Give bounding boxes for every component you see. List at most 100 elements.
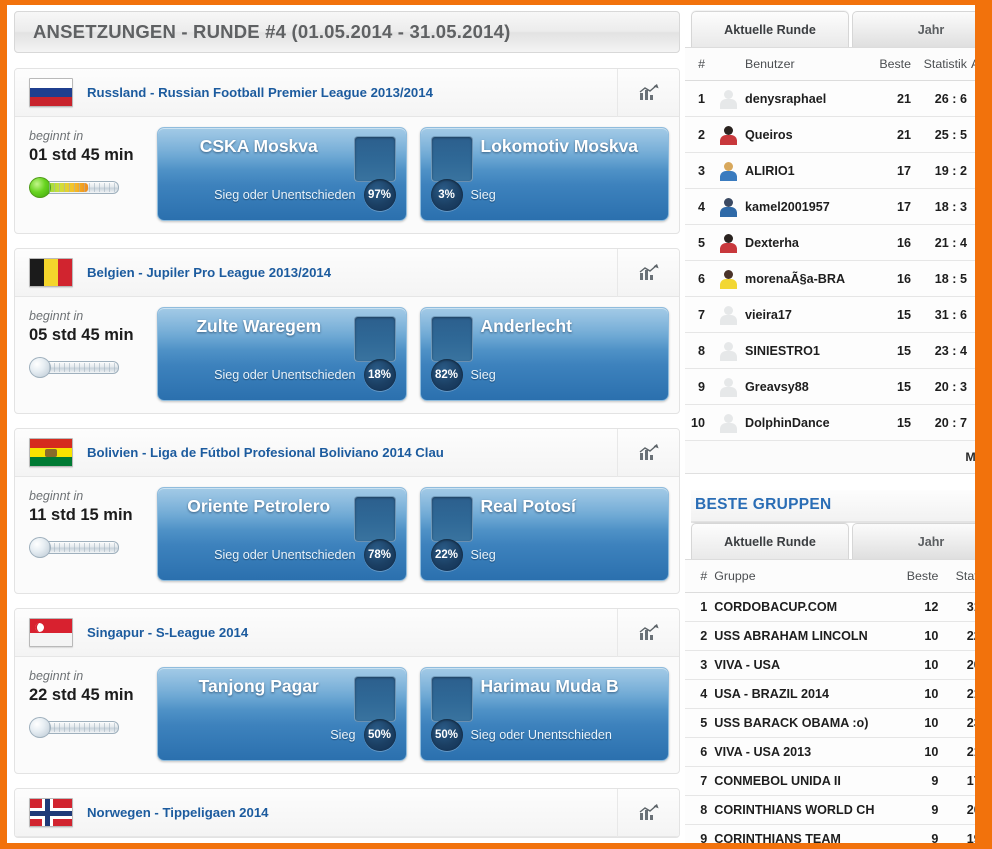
- home-team-card[interactable]: Oriente Petrolero Sieg oder Unentschieden…: [157, 487, 407, 581]
- table-row[interactable]: 3 ALIRIO1 17 19 : 2: [685, 152, 992, 189]
- match-block[interactable]: Singapur - S-League 2014 beginnt in 22 std…: [14, 608, 680, 774]
- match-block[interactable]: Russland - Russian Football Premier Leag…: [14, 68, 680, 234]
- best-groups-rows: 1CORDOBACUP.COM1231 : 92USS ABRAHAM LINC…: [685, 592, 992, 843]
- col-header-rank[interactable]: #: [685, 559, 715, 593]
- countdown-label: beginnt in: [29, 129, 84, 143]
- best-users-more-row[interactable]: Mehr: [685, 440, 992, 474]
- tab-best-groups-1[interactable]: Aktuelle Runde: [691, 523, 849, 559]
- avatar: [718, 160, 739, 181]
- flag-icon-be: [29, 258, 73, 287]
- col-header-best[interactable]: Beste: [873, 47, 917, 81]
- table-row[interactable]: 9CORINTHIANS TEAM919 : 6: [685, 824, 992, 843]
- table-row[interactable]: 8 SINIESTRO1 15 23 : 4: [685, 332, 992, 369]
- row-group-name[interactable]: CORINTHIANS TEAM: [714, 824, 899, 843]
- away-team-card[interactable]: Anderlecht 82% Sieg: [419, 307, 669, 401]
- match-block-last[interactable]: Norwegen - Tippeligaen 2014: [14, 788, 680, 838]
- league-name[interactable]: Singapur - S-League 2014: [87, 625, 617, 640]
- row-group-name[interactable]: CORINTHIANS WORLD CH: [714, 795, 899, 825]
- league-bar[interactable]: Norwegen - Tippeligaen 2014: [15, 789, 679, 837]
- league-bar[interactable]: Bolivien - Liga de Fútbol Profesional Bo…: [15, 429, 679, 477]
- row-username[interactable]: denysraphael: [745, 80, 873, 117]
- league-stats-button[interactable]: [617, 609, 679, 657]
- home-team-logo: [353, 676, 396, 722]
- table-row[interactable]: 4USA - BRAZIL 20141021 : 5: [685, 679, 992, 709]
- row-username[interactable]: SINIESTRO1: [745, 332, 873, 369]
- tab-best-groups-2[interactable]: Jahr: [852, 523, 992, 559]
- league-stats-button[interactable]: [617, 789, 679, 837]
- row-username[interactable]: Greavsy88: [745, 368, 873, 405]
- league-stats-button[interactable]: [617, 249, 679, 297]
- row-group-name[interactable]: VIVA - USA: [714, 650, 899, 680]
- row-group-name[interactable]: USA - BRAZIL 2014: [714, 679, 899, 709]
- table-row[interactable]: 7CONMEBOL UNIDA II917 : 5: [685, 766, 992, 796]
- table-row[interactable]: 2 Queiros 21 25 : 5: [685, 116, 992, 153]
- table-row[interactable]: 1 denysraphael 21 26 : 6: [685, 80, 992, 117]
- league-bar[interactable]: Russland - Russian Football Premier Leag…: [15, 69, 679, 117]
- row-username[interactable]: vieira17: [745, 296, 873, 333]
- flag-icon-ru: [29, 78, 73, 107]
- col-header-group[interactable]: Gruppe: [714, 559, 899, 593]
- league-bar[interactable]: Belgien - Jupiler Pro League 2013/2014: [15, 249, 679, 297]
- row-group-name[interactable]: USS BARACK OBAMA :o): [714, 708, 899, 738]
- avatar: [718, 340, 739, 361]
- col-header-rank[interactable]: #: [685, 47, 711, 81]
- league-stats-button[interactable]: [617, 429, 679, 477]
- table-row[interactable]: 9 Greavsy88 15 20 : 3: [685, 368, 992, 405]
- league-stats-button[interactable]: [617, 69, 679, 117]
- home-team-card[interactable]: CSKA Moskva Sieg oder Unentschieden 97%: [157, 127, 407, 221]
- home-team-card[interactable]: Tanjong Pagar Sieg 50%: [157, 667, 407, 761]
- home-team-name: CSKA Moskva: [199, 136, 318, 156]
- away-team-card[interactable]: Lokomotiv Moskva 3% Sieg: [419, 127, 669, 221]
- league-name[interactable]: Bolivien - Liga de Fútbol Profesional Bo…: [87, 445, 617, 460]
- home-team-card[interactable]: Zulte Waregem Sieg oder Unentschieden 18%: [157, 307, 407, 401]
- away-team-card[interactable]: Real Potosí 22% Sieg: [419, 487, 669, 581]
- tab-best-users-2[interactable]: Jahr: [852, 11, 992, 47]
- table-row[interactable]: 10 DolphinDance 15 20 : 7: [685, 404, 992, 441]
- table-row[interactable]: 6 morenaÃ§a-BRA 16 18 : 5: [685, 260, 992, 297]
- home-probability-badge: 50%: [363, 719, 396, 751]
- match-block[interactable]: Belgien - Jupiler Pro League 2013/2014 be…: [14, 248, 680, 414]
- sidebar-column: Aktuelle Runde Jahr # Benutzer Beste Stat…: [685, 5, 992, 843]
- row-group-name[interactable]: CONMEBOL UNIDA II: [714, 766, 899, 796]
- table-row[interactable]: 5 Dexterha 16 21 : 4: [685, 224, 992, 261]
- row-username[interactable]: Dexterha: [745, 224, 873, 261]
- table-row[interactable]: 2USS ABRAHAM LINCOLN1022 : 6: [685, 621, 992, 651]
- away-team-card[interactable]: Harimau Muda B 50% Sieg oder Unentschieden: [419, 667, 669, 761]
- col-header-user[interactable]: Benutzer: [745, 47, 873, 81]
- best-users-more-link[interactable]: Mehr: [685, 440, 992, 474]
- col-header-best[interactable]: Beste: [898, 559, 947, 593]
- row-username[interactable]: kamel2001957: [745, 188, 873, 225]
- table-row[interactable]: 5USS BARACK OBAMA :o)1023 : 7: [685, 708, 992, 738]
- urgency-thermometer-icon: [29, 177, 121, 199]
- row-rank: 4: [685, 679, 715, 709]
- col-header-stat[interactable]: Statistik: [917, 47, 971, 81]
- tab-best-users-1[interactable]: Aktuelle Runde: [691, 11, 849, 47]
- league-name[interactable]: Norwegen - Tippeligaen 2014: [87, 805, 617, 820]
- match-block[interactable]: Bolivien - Liga de Fútbol Profesional Bo…: [14, 428, 680, 594]
- row-group-name[interactable]: CORDOBACUP.COM: [714, 592, 899, 622]
- chart-icon: [639, 444, 659, 460]
- row-avatar-cell: [711, 260, 745, 297]
- row-group-name[interactable]: VIVA - USA 2013: [714, 737, 899, 767]
- table-row[interactable]: 3VIVA - USA1020 : 5: [685, 650, 992, 680]
- row-best: 12: [898, 592, 947, 622]
- away-team-name: Real Potosí: [480, 496, 576, 516]
- row-rank: 1: [685, 592, 715, 622]
- table-row[interactable]: 7 vieira17 15 31 : 6: [685, 296, 992, 333]
- table-row[interactable]: 4 kamel2001957 17 18 : 3: [685, 188, 992, 225]
- league-bar[interactable]: Singapur - S-League 2014: [15, 609, 679, 657]
- row-username[interactable]: morenaÃ§a-BRA: [745, 260, 873, 297]
- row-group-name[interactable]: USS ABRAHAM LINCOLN: [714, 621, 899, 651]
- table-row[interactable]: 8CORINTHIANS WORLD CH920 : 5: [685, 795, 992, 825]
- best-users-rows: 1 denysraphael 21 26 : 6 2 Queiros 21 25 : 5 3 AL…: [685, 80, 992, 441]
- row-username[interactable]: Queiros: [745, 116, 873, 153]
- best-users-table: # Benutzer Beste Statistik Aktu 1 denysra…: [685, 47, 992, 474]
- row-username[interactable]: ALIRIO1: [745, 152, 873, 189]
- row-username[interactable]: DolphinDance: [745, 404, 873, 441]
- table-row[interactable]: 6VIVA - USA 20131021 : 6: [685, 737, 992, 767]
- table-row[interactable]: 1CORDOBACUP.COM1231 : 9: [685, 592, 992, 622]
- league-name[interactable]: Belgien - Jupiler Pro League 2013/2014: [87, 265, 617, 280]
- league-name[interactable]: Russland - Russian Football Premier Leag…: [87, 85, 617, 100]
- row-rank: 10: [685, 404, 711, 441]
- countdown-column: beginnt in 22 std 45 min: [25, 667, 157, 739]
